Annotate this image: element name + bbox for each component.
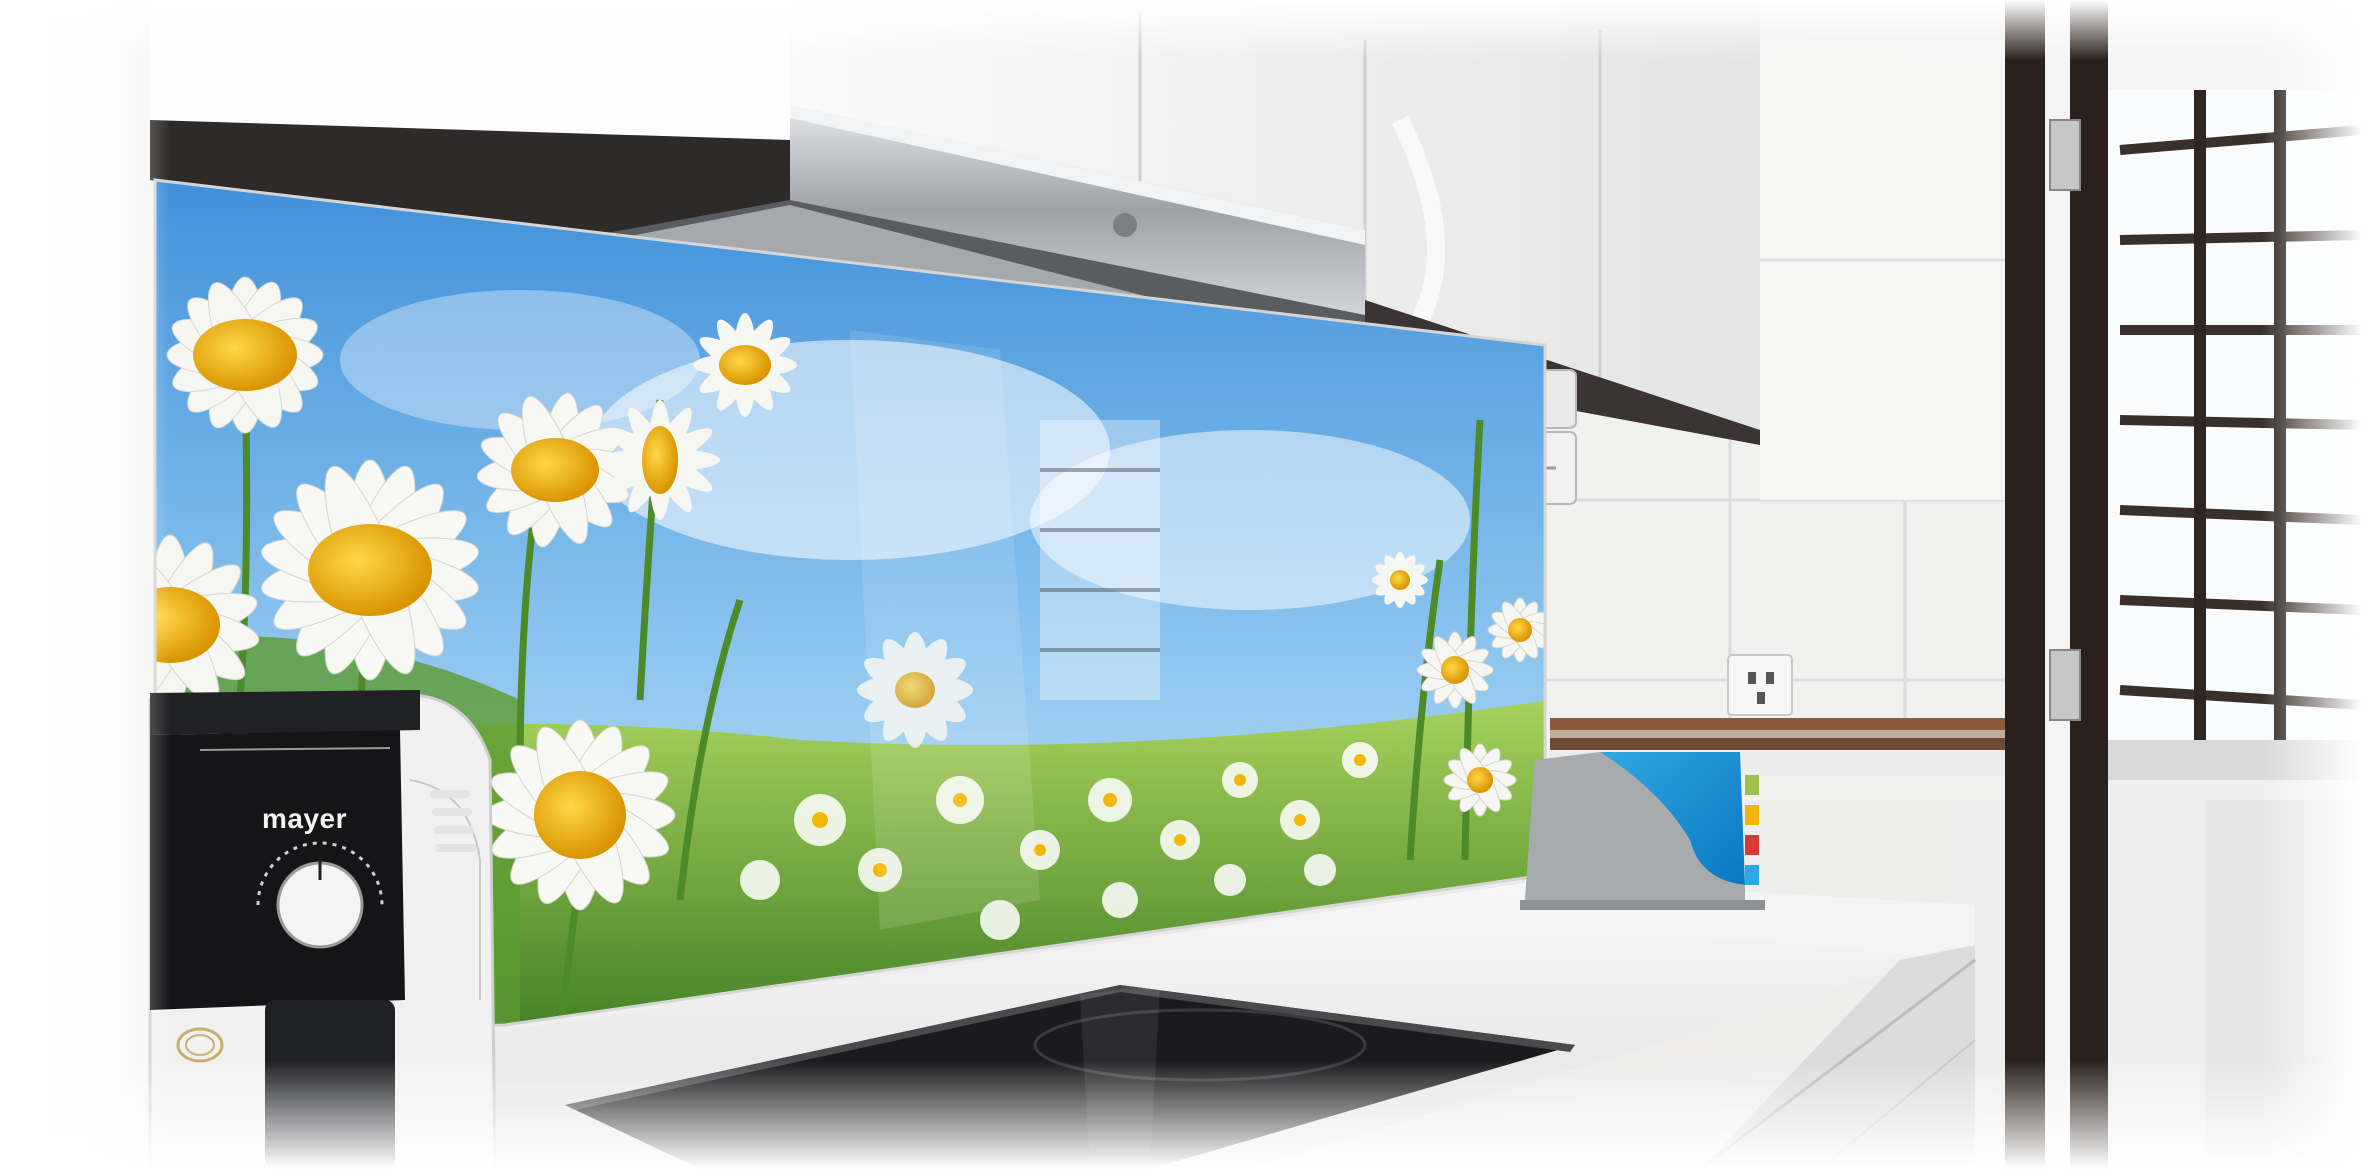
window-door-frame [2005,0,2362,1169]
appliance-brand-label: mayer [262,803,348,834]
air-fryer [148,690,497,1169]
cutting-board-rack [1520,752,1765,910]
kitchen-scene: mayer [0,0,2362,1169]
kitchen-illustration [148,0,2362,1169]
wall-socket [1727,654,1793,716]
